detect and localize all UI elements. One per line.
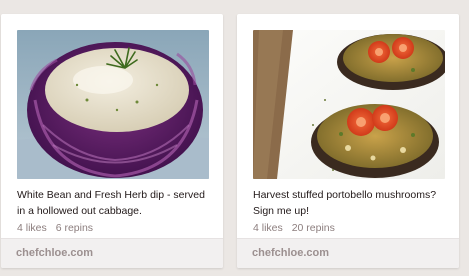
pin-stats: 4 likes 20 repins xyxy=(253,222,335,234)
repins-count[interactable]: 6 repins xyxy=(56,222,93,234)
pin-image-stuffed-mushrooms[interactable] xyxy=(253,30,445,179)
repins-count[interactable]: 20 repins xyxy=(292,222,335,234)
pin-image-cabbage-dip[interactable] xyxy=(17,30,209,179)
pin-source-link[interactable]: chefchloe.com xyxy=(237,238,459,268)
pin-stats: 4 likes 6 repins xyxy=(17,222,93,234)
pin-source-link[interactable]: chefchloe.com xyxy=(1,238,223,268)
pin-card[interactable]: Harvest stuffed portobello mushrooms? Si… xyxy=(237,14,459,268)
pin-description: White Bean and Fresh Herb dip - served i… xyxy=(17,189,205,217)
likes-count[interactable]: 4 likes xyxy=(253,222,283,234)
pin-board: White Bean and Fresh Herb dip - served i… xyxy=(0,0,469,276)
pin-description: Harvest stuffed portobello mushrooms? Si… xyxy=(253,189,437,217)
pin-card[interactable]: White Bean and Fresh Herb dip - served i… xyxy=(1,14,223,268)
likes-count[interactable]: 4 likes xyxy=(17,222,47,234)
